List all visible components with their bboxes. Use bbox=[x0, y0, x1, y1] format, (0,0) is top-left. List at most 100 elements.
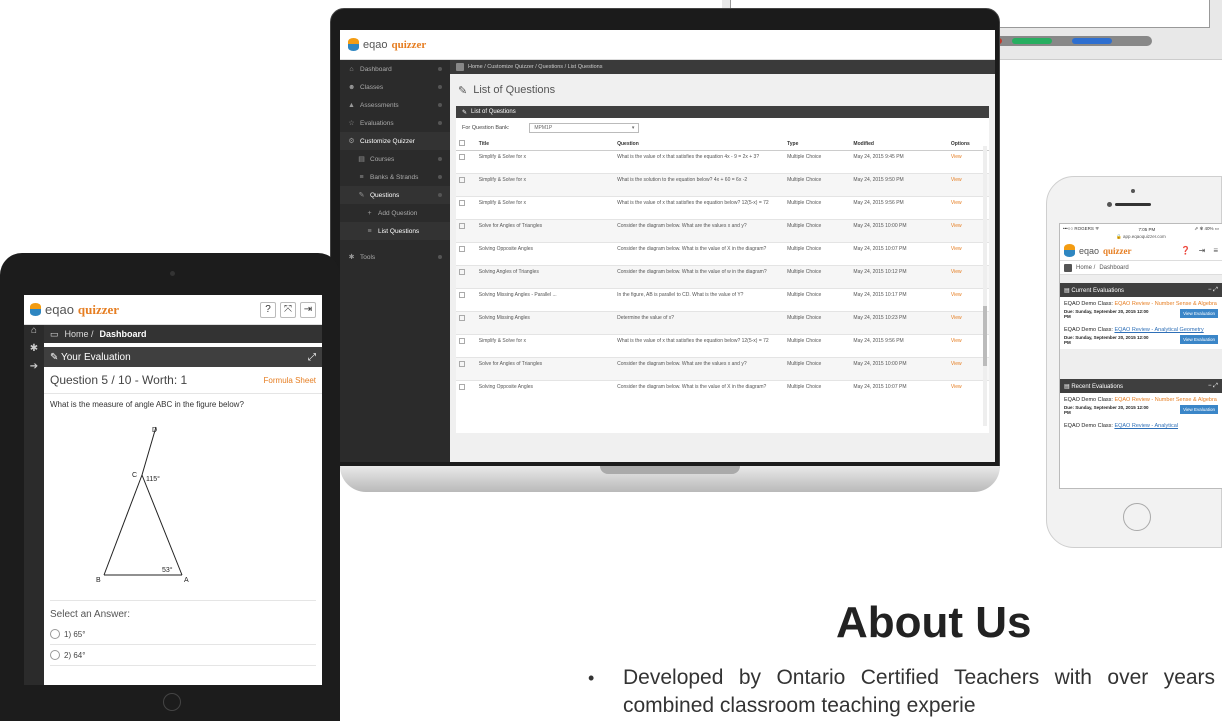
select-all-checkbox[interactable] bbox=[459, 140, 465, 146]
cell-title: Simplify & Solve for x bbox=[475, 334, 615, 358]
cell-question: Consider the diagram below. What is the … bbox=[614, 242, 785, 266]
row-checkbox[interactable] bbox=[459, 269, 465, 275]
logout-icon[interactable]: ⇥ bbox=[300, 301, 316, 318]
logout-icon[interactable]: ⇥ bbox=[1199, 246, 1206, 255]
table-row[interactable]: Solving Angles of Triangles Consider the … bbox=[456, 265, 989, 289]
table-row[interactable]: Solving Missing Angles Determine the valu… bbox=[456, 311, 989, 335]
row-checkbox[interactable] bbox=[459, 223, 465, 229]
scrollbar-thumb[interactable] bbox=[983, 306, 987, 366]
phone-header: eqao quizzer ❓ ⇥ ≡ bbox=[1060, 241, 1222, 261]
table-row[interactable]: Solving Opposite Angles Consider the diag… bbox=[456, 380, 989, 404]
table-scrollbar[interactable] bbox=[983, 146, 987, 426]
toggle-sidebar-icon[interactable] bbox=[456, 63, 464, 71]
help-icon[interactable]: ? bbox=[260, 301, 276, 318]
sidebar-item-courses[interactable]: ▤ Courses bbox=[340, 150, 450, 168]
fullscreen-icon[interactable]: ⤧ bbox=[280, 301, 296, 318]
cell-question: Consider the diagram below. What is the … bbox=[614, 380, 785, 404]
logo-quizzer-text: quizzer bbox=[77, 301, 120, 317]
edit-icon: ✎ bbox=[462, 109, 468, 116]
sidebar-item-dashboard[interactable]: ⌂ Dashboard bbox=[340, 60, 450, 78]
sidebar-item-label: Banks & Strands bbox=[370, 173, 419, 181]
table-row[interactable]: Solving Missing Angles - Parallel ... In … bbox=[456, 288, 989, 312]
sidebar-item-list-questions[interactable]: ≡ List Questions bbox=[340, 222, 450, 240]
row-checkbox[interactable] bbox=[459, 384, 465, 390]
evaluation-link[interactable]: EQAO Review - Analytical bbox=[1114, 423, 1178, 429]
tablet-header: eqao quizzer ? ⤧ ⇥ bbox=[24, 295, 322, 325]
breadcrumb-home[interactable]: Home / bbox=[65, 329, 94, 339]
table-row[interactable]: Solve for Angles of Triangles Consider th… bbox=[456, 357, 989, 381]
row-checkbox[interactable] bbox=[459, 292, 465, 298]
table-row[interactable]: Solve for Angles of Triangles Consider th… bbox=[456, 219, 989, 243]
view-evaluation-button[interactable]: View Evaluation bbox=[1180, 405, 1218, 414]
status-bar: •••○○ ROGERS ᯤ 7:05 PM ⇗ ✻ 40% ▭ bbox=[1060, 224, 1222, 234]
breadcrumb-home[interactable]: Home / bbox=[1076, 265, 1095, 271]
evaluation-link[interactable]: EQAO Review - Number Sense & Algebra bbox=[1114, 397, 1216, 403]
row-checkbox[interactable] bbox=[459, 200, 465, 206]
row-checkbox[interactable] bbox=[459, 338, 465, 344]
column-question[interactable]: Question bbox=[614, 138, 785, 151]
segment-bc bbox=[103, 474, 143, 576]
wrench-icon: ✱ bbox=[348, 254, 355, 261]
eqao-quizzer-logo[interactable]: eqao quizzer bbox=[348, 38, 426, 51]
collapse-expand-icons[interactable]: − ⤢ bbox=[1208, 383, 1218, 390]
toggle-sidebar-icon[interactable]: ▭ bbox=[50, 329, 59, 340]
column-title[interactable]: Title bbox=[475, 138, 615, 151]
row-checkbox[interactable] bbox=[459, 315, 465, 321]
row-checkbox[interactable] bbox=[459, 246, 465, 252]
table-row[interactable]: Simplify & Solve for x What is the value … bbox=[456, 150, 989, 174]
class-name: EQAO Demo Class: bbox=[1064, 301, 1113, 307]
evaluation-link[interactable]: EQAO Review - Number Sense & Algebra bbox=[1114, 301, 1216, 307]
table-row[interactable]: Simplify & Solve for x What is the soluti… bbox=[456, 173, 989, 197]
table-row[interactable]: Simplify & Solve for x What is the value … bbox=[456, 334, 989, 358]
expand-indicator-icon bbox=[438, 175, 442, 179]
home-icon[interactable]: ⌂ bbox=[24, 325, 44, 343]
eqao-quizzer-logo[interactable]: eqao quizzer bbox=[1064, 244, 1132, 257]
row-checkbox[interactable] bbox=[459, 154, 465, 160]
wrench-icon[interactable]: ✱ bbox=[24, 343, 44, 361]
table-row[interactable]: Solving Opposite Angles Consider the diag… bbox=[456, 242, 989, 266]
cell-type: Multiple Choice bbox=[784, 334, 851, 358]
question-bank-select[interactable]: MPM1P ▾ bbox=[529, 123, 640, 133]
cell-title: Solve for Angles of Triangles bbox=[475, 357, 615, 381]
expand-icon[interactable]: ⤢ bbox=[308, 352, 316, 363]
menu-icon[interactable]: ≡ bbox=[1213, 246, 1218, 255]
arrow-circle-icon[interactable]: ➔ bbox=[24, 361, 44, 379]
help-icon[interactable]: ❓ bbox=[1181, 246, 1191, 255]
about-us-list: • Developed by Ontario Certified Teacher… bbox=[588, 664, 1222, 720]
toggle-sidebar-icon[interactable] bbox=[1064, 263, 1072, 272]
cell-type: Multiple Choice bbox=[784, 173, 851, 197]
sidebar-item-customize-quizzer[interactable]: ⚙ Customize Quizzer bbox=[340, 132, 450, 150]
row-checkbox[interactable] bbox=[459, 177, 465, 183]
sidebar-item-tools[interactable]: ✱ Tools bbox=[340, 248, 450, 266]
url-bar[interactable]: 🔒 app.eqaoquizzer.com bbox=[1060, 234, 1222, 241]
row-select-cell bbox=[456, 219, 476, 243]
sidebar-item-assessments[interactable]: ▲ Assessments bbox=[340, 96, 450, 114]
view-evaluation-button[interactable]: View Evaluation bbox=[1180, 309, 1218, 318]
sidebar-item-add-question[interactable]: + Add Question bbox=[340, 204, 450, 222]
sidebar-item-questions[interactable]: ✎ Questions bbox=[340, 186, 450, 204]
collapse-expand-icons[interactable]: − ⤢ bbox=[1208, 287, 1218, 294]
column-type[interactable]: Type bbox=[784, 138, 851, 151]
row-checkbox[interactable] bbox=[459, 361, 465, 367]
formula-sheet-link[interactable]: Formula Sheet bbox=[264, 376, 316, 385]
answer-option[interactable]: 1) 65° bbox=[50, 624, 316, 645]
select-all-column[interactable] bbox=[456, 138, 476, 151]
sidebar-item-evaluations[interactable]: ☆ Evaluations bbox=[340, 114, 450, 132]
question-text: What is the measure of angle ABC in the … bbox=[50, 400, 244, 409]
evaluation-item: EQAO Demo Class: EQAO Review - Number Se… bbox=[1060, 393, 1222, 419]
table-row[interactable]: Simplify & Solve for x What is the value … bbox=[456, 196, 989, 220]
sidebar-item-classes[interactable]: ☻ Classes bbox=[340, 78, 450, 96]
class-name: EQAO Demo Class: bbox=[1064, 423, 1113, 429]
view-evaluation-button[interactable]: View Evaluation bbox=[1180, 335, 1218, 344]
radio-button[interactable] bbox=[50, 650, 60, 660]
breadcrumb-text[interactable]: Home / Customize Quizzer / Questions / L… bbox=[468, 64, 603, 70]
radio-button[interactable] bbox=[50, 629, 60, 639]
eqao-quizzer-logo[interactable]: eqao quizzer bbox=[30, 302, 119, 318]
phone-camera bbox=[1131, 189, 1135, 193]
tablet-screen: eqao quizzer ? ⤧ ⇥ ⌂ ✱ ➔ ▭ Home / Dashboa… bbox=[24, 295, 322, 685]
column-modified[interactable]: Modified bbox=[850, 138, 948, 151]
answer-option[interactable]: 2) 64° bbox=[50, 645, 316, 666]
breadcrumb-current: Dashboard bbox=[99, 329, 147, 339]
sidebar-item-banks-strands[interactable]: ≡ Banks & Strands bbox=[340, 168, 450, 186]
evaluation-link[interactable]: EQAO Review - Analytical Geometry bbox=[1114, 327, 1203, 333]
